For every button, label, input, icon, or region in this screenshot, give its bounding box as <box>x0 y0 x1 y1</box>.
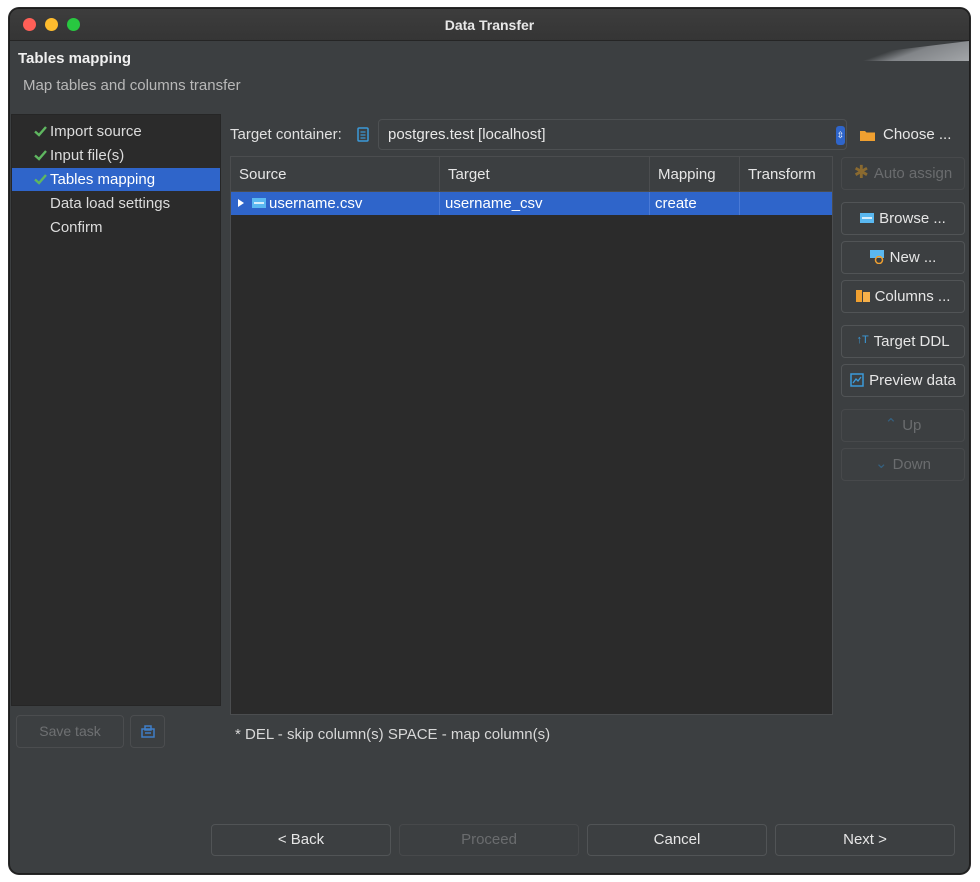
preview-data-label: Preview data <box>869 372 956 389</box>
sidebar-item-label: Data load settings <box>50 195 171 212</box>
sidebar-item-label: Confirm <box>50 219 103 236</box>
target-ddl-label: Target DDL <box>873 333 950 350</box>
cell-mapping[interactable]: create <box>650 192 740 215</box>
columns-button[interactable]: Columns ... <box>841 280 965 313</box>
sidebar-item-label: Tables mapping <box>50 171 156 188</box>
cell-source[interactable]: username.csv <box>231 192 440 215</box>
cancel-button[interactable]: Cancel <box>587 824 767 856</box>
columns-label: Columns ... <box>874 288 951 305</box>
check-icon <box>34 174 47 185</box>
window-title: Data Transfer <box>444 17 535 33</box>
move-up-button[interactable]: ⌃ Up <box>841 409 965 442</box>
preview-data-button[interactable]: Preview data <box>841 364 965 397</box>
table-icon <box>860 212 875 223</box>
table-row[interactable]: username.csv username_csv create <box>231 192 832 215</box>
sidebar-item-confirm[interactable]: Confirm <box>12 216 220 239</box>
target-container-value: postgres.test [localhost] <box>388 126 546 143</box>
proceed-button[interactable]: Proceed <box>399 824 579 856</box>
choose-label: Choose ... <box>883 126 952 143</box>
data-transfer-window: Data Transfer Tables mapping Map tables … <box>9 8 970 874</box>
next-button[interactable]: Next > <box>775 824 955 856</box>
new-table-icon <box>869 249 884 264</box>
wizard-steps-sidebar: Import source Input file(s) Tables mappi… <box>11 114 221 706</box>
asterisk-icon: ✱ <box>853 162 869 183</box>
combo-arrow-icon[interactable]: ⇳ <box>836 126 845 145</box>
sidebar-item-tables-mapping[interactable]: Tables mapping <box>12 168 220 191</box>
sidebar-item-import-source[interactable]: Import source <box>12 120 220 143</box>
column-header-source[interactable]: Source <box>231 157 440 192</box>
new-label: New ... <box>889 249 937 266</box>
choose-container-button[interactable]: Choose ... <box>850 119 965 150</box>
cell-transform[interactable] <box>740 192 834 215</box>
sidebar-item-input-files[interactable]: Input file(s) <box>12 144 220 167</box>
sidebar-item-data-load-settings[interactable]: Data load settings <box>12 192 220 215</box>
check-icon <box>34 150 47 161</box>
save-task-button[interactable]: Save task <box>16 715 124 748</box>
browse-label: Browse ... <box>879 210 946 227</box>
up-label: Up <box>902 417 922 434</box>
cell-target[interactable]: username_csv <box>440 192 650 215</box>
source-name: username.csv <box>269 195 363 212</box>
ddl-icon: ↑T <box>856 334 869 347</box>
table-header: Source Target Mapping Transform <box>231 157 832 192</box>
chevron-up-icon: ⌃ <box>884 416 898 434</box>
page-description: Map tables and columns transfer <box>23 77 241 94</box>
page-title: Tables mapping <box>18 50 132 67</box>
down-label: Down <box>892 456 931 473</box>
mapping-table[interactable]: Source Target Mapping Transform username… <box>230 156 833 715</box>
title-bar: Data Transfer <box>10 9 969 41</box>
target-container-label: Target container: <box>230 126 342 143</box>
csv-file-icon <box>252 198 266 208</box>
chevron-down-icon: ⌄ <box>875 455 888 473</box>
check-icon <box>34 126 47 137</box>
task-icon <box>141 725 155 738</box>
browse-button[interactable]: Browse ... <box>841 202 965 235</box>
database-icon <box>357 127 369 142</box>
expand-arrow-icon[interactable] <box>238 199 244 207</box>
move-down-button[interactable]: ⌄ Down <box>841 448 965 481</box>
keyboard-hint: * DEL - skip column(s) SPACE - map colum… <box>235 726 551 743</box>
columns-icon <box>855 289 870 302</box>
preview-icon <box>850 372 864 387</box>
task-settings-button[interactable] <box>130 715 165 748</box>
new-table-button[interactable]: New ... <box>841 241 965 274</box>
sidebar-item-label: Input file(s) <box>50 147 125 164</box>
back-button[interactable]: < Back <box>211 824 391 856</box>
auto-assign-label: Auto assign <box>873 165 953 182</box>
column-header-transform[interactable]: Transform <box>740 157 834 192</box>
target-container-select[interactable]: postgres.test [localhost] ⇳ <box>378 119 847 150</box>
column-header-target[interactable]: Target <box>440 157 650 192</box>
header-banner-graphic <box>829 41 969 61</box>
page-header: Tables mapping Map tables and columns tr… <box>10 41 969 109</box>
auto-assign-button[interactable]: ✱ Auto assign <box>841 157 965 190</box>
folder-icon <box>860 131 875 141</box>
column-header-mapping[interactable]: Mapping <box>650 157 740 192</box>
target-ddl-button[interactable]: ↑T Target DDL <box>841 325 965 358</box>
sidebar-item-label: Import source <box>50 123 142 140</box>
